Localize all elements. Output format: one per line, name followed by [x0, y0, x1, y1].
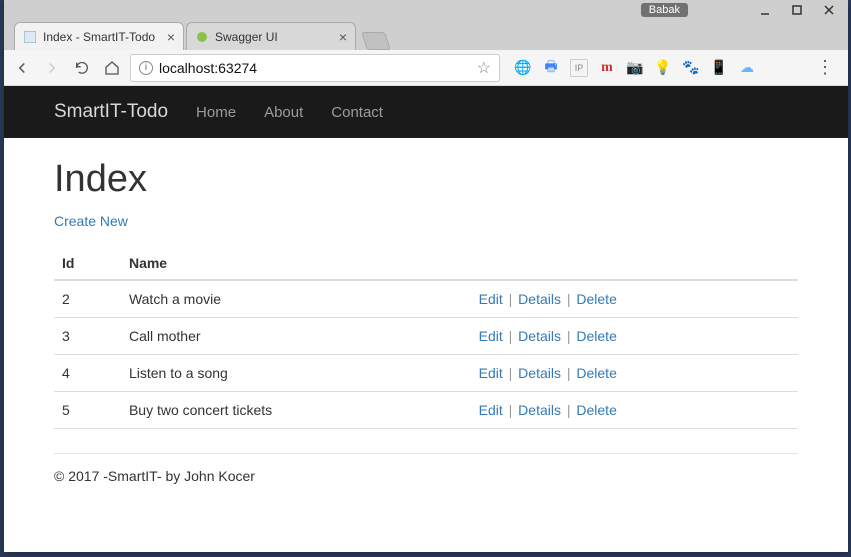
window-titlebar: Babak [4, 0, 848, 20]
cell-actions: Edit | Details | Delete [471, 355, 798, 392]
delete-link[interactable]: Delete [576, 365, 616, 381]
col-name: Name [121, 247, 471, 280]
chrome-menu-button[interactable]: ⋮ [808, 57, 842, 78]
back-button[interactable] [10, 56, 34, 80]
cell-name: Listen to a song [121, 355, 471, 392]
cell-id: 5 [54, 392, 121, 429]
cell-id: 2 [54, 280, 121, 318]
todo-table: Id Name 2Watch a movieEdit | Details | D… [54, 247, 798, 429]
details-link[interactable]: Details [518, 291, 561, 307]
ext-cloud-icon[interactable]: ☁ [738, 59, 756, 77]
profile-badge[interactable]: Babak [641, 3, 688, 17]
site-info-icon[interactable]: i [139, 61, 153, 75]
maximize-button[interactable] [788, 3, 806, 17]
edit-link[interactable]: Edit [479, 328, 503, 344]
delete-link[interactable]: Delete [576, 402, 616, 418]
cell-name: Buy two concert tickets [121, 392, 471, 429]
page-viewport: SmartIT-Todo Home About Contact Index Cr… [4, 86, 848, 552]
cell-actions: Edit | Details | Delete [471, 280, 798, 318]
cell-actions: Edit | Details | Delete [471, 392, 798, 429]
create-new-link[interactable]: Create New [54, 213, 128, 229]
nav-home[interactable]: Home [196, 104, 236, 121]
table-row: 5Buy two concert ticketsEdit | Details |… [54, 392, 798, 429]
tab-close-icon[interactable]: × [167, 29, 175, 45]
tab-title: Swagger UI [215, 30, 278, 44]
cell-id: 3 [54, 318, 121, 355]
ext-paw-icon[interactable]: 🐾 [682, 59, 700, 77]
reload-button[interactable] [70, 56, 94, 80]
table-row: 3Call motherEdit | Details | Delete [54, 318, 798, 355]
bookmark-star-icon[interactable]: ☆ [477, 58, 491, 78]
ext-bulb-icon[interactable]: 💡 [654, 59, 672, 77]
nav-contact[interactable]: Contact [331, 104, 383, 121]
extension-icons: 🌐 🖶 IP m 📷 💡 🐾 📱 ☁ [514, 59, 756, 77]
tab-title: Index - SmartIT-Todo [43, 30, 155, 44]
page-heading: Index [54, 158, 798, 201]
col-id: Id [54, 247, 121, 280]
col-actions [471, 247, 798, 280]
url-input[interactable] [159, 60, 471, 76]
ext-device-icon[interactable]: 📱 [710, 59, 728, 77]
table-row: 4Listen to a songEdit | Details | Delete [54, 355, 798, 392]
ext-camera-icon[interactable]: 📷 [626, 59, 644, 77]
ext-ip-icon[interactable]: IP [570, 59, 588, 77]
cell-id: 4 [54, 355, 121, 392]
ext-translate-icon[interactable]: 🌐 [514, 59, 532, 77]
tab-strip: Index - SmartIT-Todo × Swagger UI × [4, 20, 848, 50]
edit-link[interactable]: Edit [479, 291, 503, 307]
ext-m-icon[interactable]: m [598, 59, 616, 77]
delete-link[interactable]: Delete [576, 328, 616, 344]
page-content: Index Create New Id Name 2Watch a movieE… [4, 138, 848, 504]
details-link[interactable]: Details [518, 402, 561, 418]
details-link[interactable]: Details [518, 365, 561, 381]
footer-divider [54, 453, 798, 454]
browser-window: Babak Index - SmartIT-Todo × Swagger UI … [4, 0, 848, 552]
tab-active[interactable]: Index - SmartIT-Todo × [14, 22, 184, 50]
edit-link[interactable]: Edit [479, 365, 503, 381]
brand-title[interactable]: SmartIT-Todo [54, 101, 168, 123]
site-navbar: SmartIT-Todo Home About Contact [4, 86, 848, 138]
footer-text: © 2017 -SmartIT- by John Kocer [54, 468, 798, 484]
tab-close-icon[interactable]: × [339, 29, 347, 45]
home-button[interactable] [100, 56, 124, 80]
edit-link[interactable]: Edit [479, 402, 503, 418]
minimize-button[interactable] [756, 3, 774, 17]
forward-button [40, 56, 64, 80]
swagger-favicon [195, 30, 209, 44]
cell-actions: Edit | Details | Delete [471, 318, 798, 355]
details-link[interactable]: Details [518, 328, 561, 344]
nav-about[interactable]: About [264, 104, 303, 121]
ext-print-icon[interactable]: 🖶 [542, 59, 560, 77]
cell-name: Watch a movie [121, 280, 471, 318]
delete-link[interactable]: Delete [576, 291, 616, 307]
tab-inactive[interactable]: Swagger UI × [186, 22, 356, 50]
cell-name: Call mother [121, 318, 471, 355]
close-button[interactable] [820, 3, 838, 17]
browser-toolbar: i ☆ 🌐 🖶 IP m 📷 💡 🐾 📱 ☁ ⋮ [4, 50, 848, 86]
address-bar[interactable]: i ☆ [130, 54, 500, 82]
table-row: 2Watch a movieEdit | Details | Delete [54, 280, 798, 318]
new-tab-button[interactable] [361, 32, 391, 50]
page-favicon [23, 30, 37, 44]
